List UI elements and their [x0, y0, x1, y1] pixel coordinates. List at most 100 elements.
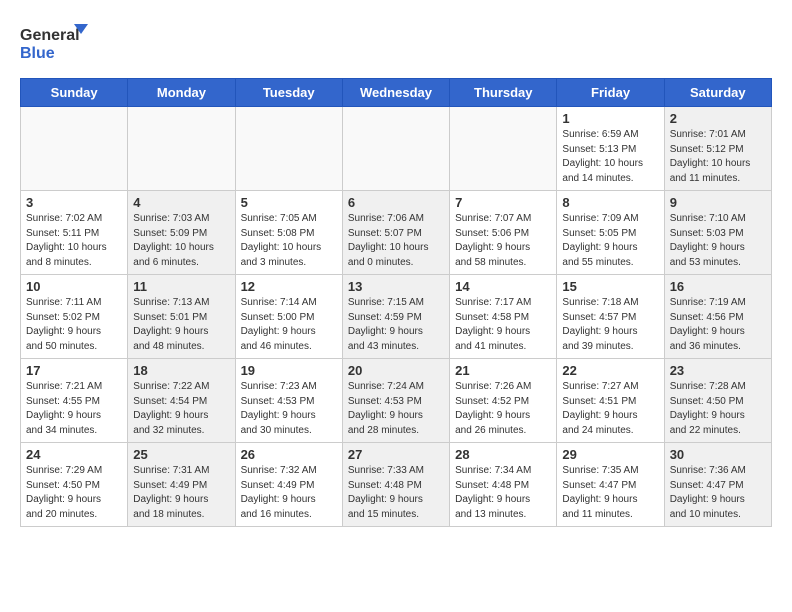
- week-row-2: 3 Sunrise: 7:02 AM Sunset: 5:11 PM Daylig…: [21, 191, 772, 275]
- calendar-cell: 29 Sunrise: 7:35 AM Sunset: 4:47 PM Dayli…: [557, 443, 664, 527]
- day-info: Sunrise: 7:09 AM Sunset: 5:05 PM Dayligh…: [562, 212, 658, 270]
- day-number: 13: [348, 279, 444, 294]
- header-thursday: Thursday: [450, 79, 557, 107]
- day-info: Sunrise: 7:05 AM Sunset: 5:08 PM Dayligh…: [241, 212, 337, 270]
- day-number: 18: [133, 363, 229, 378]
- calendar-header-row: SundayMondayTuesdayWednesdayThursdayFrid…: [21, 79, 772, 107]
- day-info: Sunrise: 7:18 AM Sunset: 4:57 PM Dayligh…: [562, 296, 658, 354]
- day-number: 3: [26, 195, 122, 210]
- calendar-cell: 22Sunrise: 7:27 AM Sunset: 4:51 PM Dayli…: [557, 359, 664, 443]
- calendar-cell: 26Sunrise: 7:32 AM Sunset: 4:49 PM Dayli…: [235, 443, 342, 527]
- day-number: 9: [670, 195, 766, 210]
- calendar-cell: 19Sunrise: 7:23 AM Sunset: 4:53 PM Dayli…: [235, 359, 342, 443]
- calendar-cell: [342, 107, 449, 191]
- calendar-cell: 3 Sunrise: 7:02 AM Sunset: 5:11 PM Daylig…: [21, 191, 128, 275]
- calendar-cell: 21 Sunrise: 7:26 AM Sunset: 4:52 PM Dayli…: [450, 359, 557, 443]
- day-info: Sunrise: 7:11 AM Sunset: 5:02 PM Dayligh…: [26, 296, 122, 354]
- calendar-cell: 13 Sunrise: 7:15 AM Sunset: 4:59 PM Dayli…: [342, 275, 449, 359]
- day-info: Sunrise: 7:24 AM Sunset: 4:53 PM Dayligh…: [348, 380, 444, 438]
- calendar-cell: 2 Sunrise: 7:01 AM Sunset: 5:12 PM Daylig…: [664, 107, 771, 191]
- calendar-cell: 23Sunrise: 7:28 AM Sunset: 4:50 PM Dayli…: [664, 359, 771, 443]
- day-number: 12: [241, 279, 337, 294]
- header-tuesday: Tuesday: [235, 79, 342, 107]
- day-info: Sunrise: 7:10 AM Sunset: 5:03 PM Dayligh…: [670, 212, 766, 270]
- day-number: 22: [562, 363, 658, 378]
- calendar-cell: 30Sunrise: 7:36 AM Sunset: 4:47 PM Dayli…: [664, 443, 771, 527]
- day-number: 10: [26, 279, 122, 294]
- day-number: 21: [455, 363, 551, 378]
- calendar-cell: 27 Sunrise: 7:33 AM Sunset: 4:48 PM Dayli…: [342, 443, 449, 527]
- week-row-5: 24 Sunrise: 7:29 AM Sunset: 4:50 PM Dayli…: [21, 443, 772, 527]
- day-info: Sunrise: 7:19 AM Sunset: 4:56 PM Dayligh…: [670, 296, 766, 354]
- day-info: Sunrise: 7:35 AM Sunset: 4:47 PM Dayligh…: [562, 464, 658, 522]
- calendar-cell: [21, 107, 128, 191]
- day-number: 27: [348, 447, 444, 462]
- calendar-cell: [235, 107, 342, 191]
- day-info: Sunrise: 7:15 AM Sunset: 4:59 PM Dayligh…: [348, 296, 444, 354]
- day-info: Sunrise: 7:02 AM Sunset: 5:11 PM Dayligh…: [26, 212, 122, 270]
- logo: GeneralBlue: [20, 20, 90, 68]
- day-number: 5: [241, 195, 337, 210]
- day-number: 25: [133, 447, 229, 462]
- calendar-cell: 7 Sunrise: 7:07 AM Sunset: 5:06 PM Daylig…: [450, 191, 557, 275]
- day-info: Sunrise: 7:17 AM Sunset: 4:58 PM Dayligh…: [455, 296, 551, 354]
- calendar-cell: 25 Sunrise: 7:31 AM Sunset: 4:49 PM Dayli…: [128, 443, 235, 527]
- day-number: 29: [562, 447, 658, 462]
- calendar-cell: 9 Sunrise: 7:10 AM Sunset: 5:03 PM Daylig…: [664, 191, 771, 275]
- calendar-cell: 18Sunrise: 7:22 AM Sunset: 4:54 PM Dayli…: [128, 359, 235, 443]
- day-info: Sunrise: 7:01 AM Sunset: 5:12 PM Dayligh…: [670, 128, 766, 186]
- day-info: Sunrise: 7:07 AM Sunset: 5:06 PM Dayligh…: [455, 212, 551, 270]
- day-number: 30: [670, 447, 766, 462]
- calendar-cell: [450, 107, 557, 191]
- calendar-cell: 11Sunrise: 7:13 AM Sunset: 5:01 PM Dayli…: [128, 275, 235, 359]
- calendar-cell: 10 Sunrise: 7:11 AM Sunset: 5:02 PM Dayli…: [21, 275, 128, 359]
- day-info: Sunrise: 7:06 AM Sunset: 5:07 PM Dayligh…: [348, 212, 444, 270]
- day-info: Sunrise: 6:59 AM Sunset: 5:13 PM Dayligh…: [562, 128, 658, 186]
- day-number: 24: [26, 447, 122, 462]
- calendar-cell: 20 Sunrise: 7:24 AM Sunset: 4:53 PM Dayli…: [342, 359, 449, 443]
- calendar-cell: 14 Sunrise: 7:17 AM Sunset: 4:58 PM Dayli…: [450, 275, 557, 359]
- header-sunday: Sunday: [21, 79, 128, 107]
- calendar-cell: 16 Sunrise: 7:19 AM Sunset: 4:56 PM Dayli…: [664, 275, 771, 359]
- day-info: Sunrise: 7:31 AM Sunset: 4:49 PM Dayligh…: [133, 464, 229, 522]
- calendar-cell: 24 Sunrise: 7:29 AM Sunset: 4:50 PM Dayli…: [21, 443, 128, 527]
- day-number: 17: [26, 363, 122, 378]
- calendar-cell: 15Sunrise: 7:18 AM Sunset: 4:57 PM Dayli…: [557, 275, 664, 359]
- calendar-table: SundayMondayTuesdayWednesdayThursdayFrid…: [20, 78, 772, 527]
- day-info: Sunrise: 7:13 AM Sunset: 5:01 PM Dayligh…: [133, 296, 229, 354]
- day-info: Sunrise: 7:34 AM Sunset: 4:48 PM Dayligh…: [455, 464, 551, 522]
- calendar-cell: 4 Sunrise: 7:03 AM Sunset: 5:09 PM Daylig…: [128, 191, 235, 275]
- day-info: Sunrise: 7:32 AM Sunset: 4:49 PM Dayligh…: [241, 464, 337, 522]
- day-info: Sunrise: 7:28 AM Sunset: 4:50 PM Dayligh…: [670, 380, 766, 438]
- day-number: 2: [670, 111, 766, 126]
- day-number: 16: [670, 279, 766, 294]
- header-saturday: Saturday: [664, 79, 771, 107]
- day-number: 1: [562, 111, 658, 126]
- day-info: Sunrise: 7:29 AM Sunset: 4:50 PM Dayligh…: [26, 464, 122, 522]
- day-info: Sunrise: 7:03 AM Sunset: 5:09 PM Dayligh…: [133, 212, 229, 270]
- calendar-cell: 6 Sunrise: 7:06 AM Sunset: 5:07 PM Daylig…: [342, 191, 449, 275]
- week-row-3: 10 Sunrise: 7:11 AM Sunset: 5:02 PM Dayli…: [21, 275, 772, 359]
- day-info: Sunrise: 7:14 AM Sunset: 5:00 PM Dayligh…: [241, 296, 337, 354]
- page-header: GeneralBlue: [20, 20, 772, 68]
- header-monday: Monday: [128, 79, 235, 107]
- svg-text:General: General: [20, 27, 80, 44]
- week-row-1: 1 Sunrise: 6:59 AM Sunset: 5:13 PM Daylig…: [21, 107, 772, 191]
- header-friday: Friday: [557, 79, 664, 107]
- day-number: 4: [133, 195, 229, 210]
- svg-text:Blue: Blue: [20, 45, 55, 62]
- day-info: Sunrise: 7:26 AM Sunset: 4:52 PM Dayligh…: [455, 380, 551, 438]
- day-number: 14: [455, 279, 551, 294]
- calendar-cell: 8 Sunrise: 7:09 AM Sunset: 5:05 PM Daylig…: [557, 191, 664, 275]
- day-number: 6: [348, 195, 444, 210]
- header-wednesday: Wednesday: [342, 79, 449, 107]
- day-number: 8: [562, 195, 658, 210]
- day-number: 28: [455, 447, 551, 462]
- week-row-4: 17Sunrise: 7:21 AM Sunset: 4:55 PM Dayli…: [21, 359, 772, 443]
- calendar-cell: 5 Sunrise: 7:05 AM Sunset: 5:08 PM Daylig…: [235, 191, 342, 275]
- calendar-cell: 1 Sunrise: 6:59 AM Sunset: 5:13 PM Daylig…: [557, 107, 664, 191]
- calendar-cell: 28 Sunrise: 7:34 AM Sunset: 4:48 PM Dayli…: [450, 443, 557, 527]
- day-number: 7: [455, 195, 551, 210]
- day-number: 20: [348, 363, 444, 378]
- day-info: Sunrise: 7:33 AM Sunset: 4:48 PM Dayligh…: [348, 464, 444, 522]
